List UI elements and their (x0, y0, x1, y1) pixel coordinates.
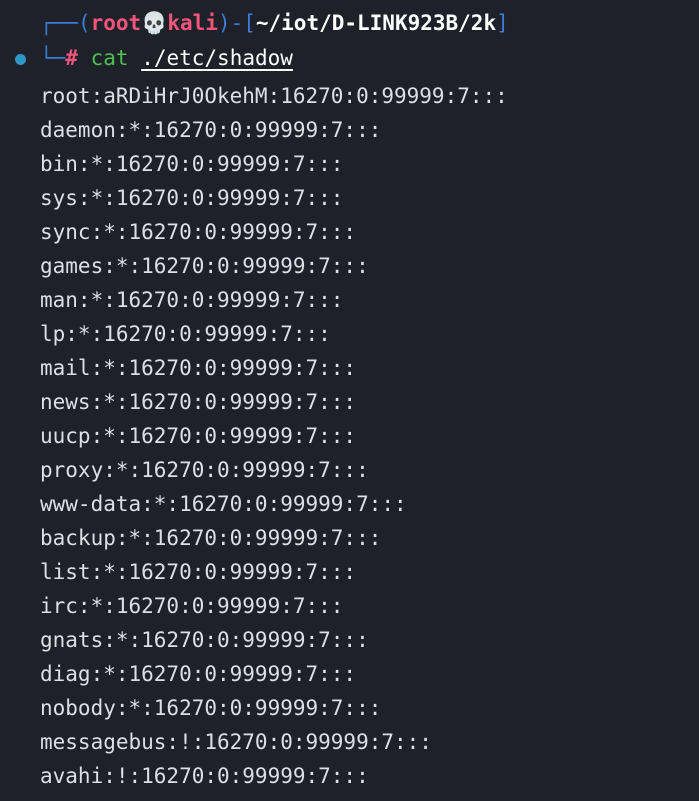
output-line: list:*:16270:0:99999:7::: (40, 560, 357, 584)
prompt-host: kali (167, 11, 218, 35)
output-line: gnats:*:16270:0:99999:7::: (40, 628, 369, 652)
output-line: sync:*:16270:0:99999:7::: (40, 220, 357, 244)
command-name: cat (90, 46, 129, 70)
command-argument[interactable]: ./etc/shadow (141, 46, 293, 70)
prompt-open-bracket: [ (243, 11, 256, 35)
output-line: daemon:*:16270:0:99999:7::: (40, 118, 382, 142)
command-output: root:aRDiHrJ0OkehM:16270:0:99999:7::: da… (40, 79, 508, 793)
prompt-open-paren: ( (77, 11, 91, 35)
output-line: backup:*:16270:0:99999:7::: (40, 526, 382, 550)
prompt-symbol: # (65, 46, 78, 70)
output-line: sys:*:16270:0:99999:7::: (40, 186, 344, 210)
command-line[interactable]: └─# cat ./etc/shadow (40, 43, 293, 73)
output-line: diag:*:16270:0:99999:7::: (40, 662, 357, 686)
prompt-corner-bottom: └─ (40, 46, 66, 70)
output-line: irc:*:16270:0:99999:7::: (40, 594, 344, 618)
output-line: games:*:16270:0:99999:7::: (40, 254, 369, 278)
output-line: root:aRDiHrJ0OkehM:16270:0:99999:7::: (40, 84, 508, 108)
output-line: avahi:!:16270:0:99999:7::: (40, 764, 369, 788)
output-line: news:*:16270:0:99999:7::: (40, 390, 357, 414)
prompt-close-bracket: ] (496, 11, 509, 35)
output-line: bin:*:16270:0:99999:7::: (40, 152, 344, 176)
output-line: mail:*:16270:0:99999:7::: (40, 356, 357, 380)
prompt-corner-top: ┌── (40, 11, 78, 35)
output-line: www-data:*:16270:0:99999:7::: (40, 492, 407, 516)
output-line: proxy:*:16270:0:99999:7::: (40, 458, 369, 482)
output-line: lp:*:16270:0:99999:7::: (40, 322, 331, 346)
output-line: nobody:*:16270:0:99999:7::: (40, 696, 382, 720)
prompt-header: ┌──(root💀kali)-[~/iot/D-LINK923B/2k] (40, 8, 509, 38)
terminal-window[interactable]: ┌──(root💀kali)-[~/iot/D-LINK923B/2k] └─#… (0, 0, 699, 801)
skull-icon: 💀 (141, 11, 168, 35)
output-line: uucp:*:16270:0:99999:7::: (40, 424, 357, 448)
output-line: messagebus:!:16270:0:99999:7::: (40, 730, 432, 754)
output-line: man:*:16270:0:99999:7::: (40, 288, 344, 312)
prompt-dash: - (230, 11, 244, 35)
command-status-dot-icon[interactable] (15, 54, 26, 65)
prompt-close-paren: ) (217, 11, 231, 35)
prompt-user: root (90, 11, 142, 35)
prompt-cwd: ~/iot/D-LINK923B/2k (255, 11, 497, 35)
